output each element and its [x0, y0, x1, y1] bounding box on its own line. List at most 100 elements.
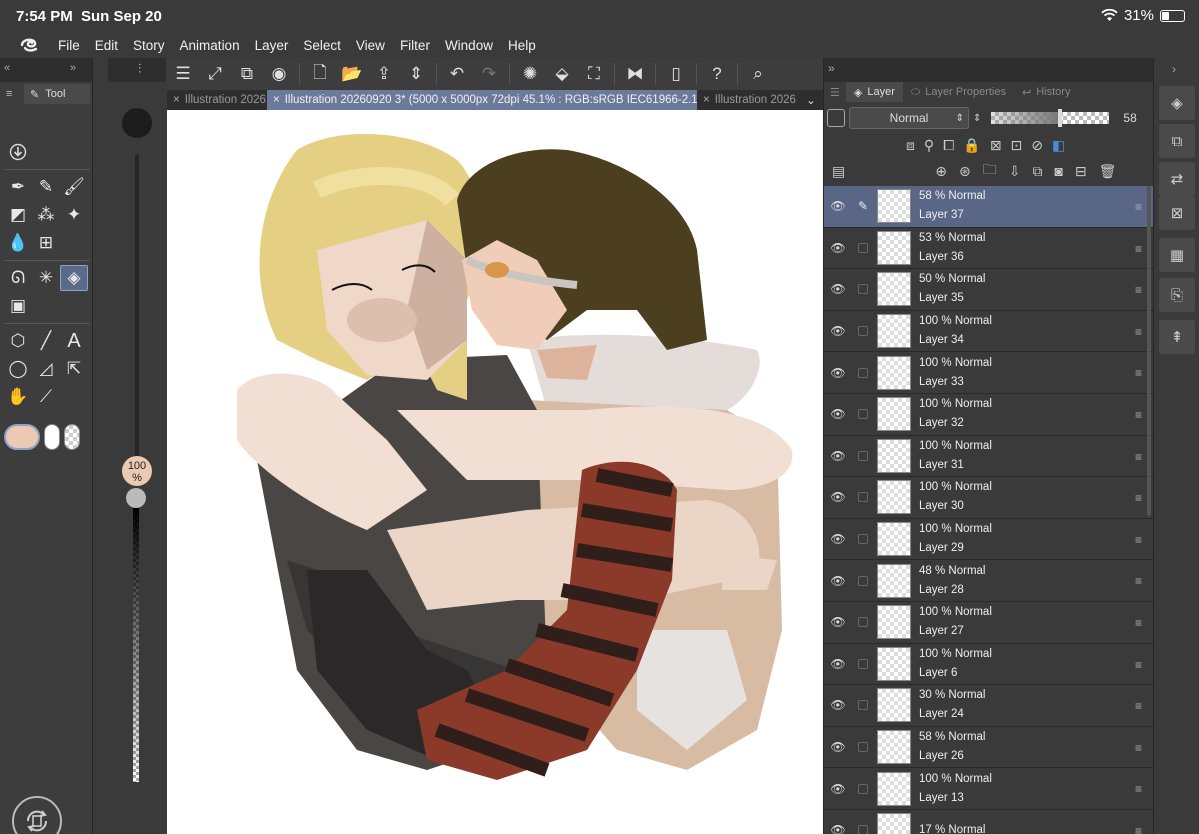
menu-lines-icon[interactable]: ≡ — [6, 88, 12, 100]
layer-properties-button[interactable]: ⧉ — [1159, 124, 1195, 158]
doc-tab-2[interactable]: × Illustration 20260920 3* (5000 x 5000p… — [267, 90, 697, 110]
frame-tool-icon[interactable]: ◿ — [32, 356, 60, 382]
material-button[interactable]: ⎘ — [1159, 278, 1195, 312]
brush-opacity-knob[interactable] — [126, 488, 146, 508]
download-icon[interactable] — [4, 139, 32, 165]
brush-opacity-slider[interactable] — [133, 508, 139, 782]
redo-icon[interactable]: ↷ — [473, 60, 505, 88]
close-icon[interactable]: × — [273, 94, 280, 106]
drag-handle-icon[interactable]: ≡ — [1135, 242, 1142, 256]
brush-size-slider[interactable] — [135, 154, 139, 484]
new-raster-layer-icon[interactable]: ⊕ — [935, 163, 947, 180]
eye-icon[interactable]: 👁 — [824, 740, 852, 754]
menu-animation[interactable]: Animation — [180, 38, 240, 53]
menu-layer[interactable]: Layer — [255, 38, 289, 53]
new-folder-icon[interactable]: 🗀 — [983, 159, 997, 183]
stepper-icon[interactable]: ⇕ — [973, 113, 981, 124]
layer-row[interactable]: 👁 30 % Normal Layer 24 ≡ — [824, 685, 1154, 727]
drag-handle-icon[interactable]: ≡ — [1135, 658, 1142, 672]
menu-help[interactable]: Help — [508, 38, 536, 53]
lock-icon[interactable]: 🔒 — [963, 137, 980, 154]
layer-row[interactable]: 👁 100 % Normal Layer 13 ≡ — [824, 768, 1154, 810]
layer-mask-icon[interactable]: ◙ — [1054, 163, 1062, 179]
transfer-down-icon[interactable]: ⇩ — [1009, 163, 1021, 180]
fit-canvas-icon[interactable]: ⤢ — [199, 60, 231, 88]
sub-color-swatch[interactable] — [44, 424, 60, 450]
drag-handle-icon[interactable]: ≡ — [1135, 741, 1142, 755]
drag-handle-icon[interactable]: ≡ — [1135, 782, 1142, 796]
layer-checkbox[interactable] — [858, 409, 868, 420]
eye-icon[interactable]: 👁 — [824, 532, 852, 546]
ruler-icon[interactable]: ⊘ — [1031, 137, 1043, 154]
crop-icon[interactable]: ⛶ — [578, 60, 610, 88]
fill-tool-icon[interactable]: ◈ — [60, 265, 88, 291]
undo-icon[interactable]: ↶ — [441, 60, 473, 88]
eyedropper-icon[interactable]: ⟋ — [32, 384, 60, 410]
flip-icon[interactable]: ⧓ — [619, 60, 651, 88]
layer-row[interactable]: 👁 100 % Normal Layer 6 ≡ — [824, 644, 1154, 686]
layer-row[interactable]: 👁 100 % Normal Layer 27 ≡ — [824, 602, 1154, 644]
collapse-right-icon[interactable]: » — [828, 61, 835, 75]
layer-checkbox[interactable] — [858, 534, 868, 545]
eye-icon[interactable]: 👁 — [824, 366, 852, 380]
lasso-tool-icon[interactable]: ᘏ — [4, 265, 32, 291]
text-tool-icon[interactable]: A — [60, 328, 88, 354]
eye-icon[interactable]: 👁 — [824, 407, 852, 421]
drag-handle-icon[interactable]: ≡ — [1135, 325, 1142, 339]
stepper-icon[interactable]: ⇕ — [400, 60, 432, 88]
layer-checkbox[interactable] — [858, 825, 868, 834]
layer-checkbox[interactable] — [858, 242, 868, 253]
magic-wand-icon[interactable]: ✳ — [32, 265, 60, 291]
menu-story[interactable]: Story — [133, 38, 165, 53]
line-tool-icon[interactable]: ╱ — [32, 328, 60, 354]
brush-settings-icon[interactable]: ⫶ — [138, 61, 141, 77]
fill-bucket-icon[interactable]: ⬙ — [546, 60, 578, 88]
eye-icon[interactable]: 👁 — [824, 449, 852, 463]
mesh-tool-icon[interactable]: ⊞ — [32, 230, 60, 256]
app-logo-icon[interactable] — [18, 36, 40, 54]
close-icon[interactable]: × — [173, 94, 180, 106]
layer-row[interactable]: 👁 53 % Normal Layer 36 ≡ — [824, 228, 1154, 270]
apply-mask-icon[interactable]: ⊟ — [1075, 163, 1087, 180]
layer-row[interactable]: 👁 100 % Normal Layer 29 ≡ — [824, 519, 1154, 561]
blend-mode-select[interactable]: Normal ⇕ — [849, 107, 969, 129]
open-folder-icon[interactable]: 📂 — [336, 60, 368, 88]
layer-checkbox[interactable] — [858, 492, 868, 503]
layer-row[interactable]: 👁 48 % Normal Layer 28 ≡ — [824, 560, 1154, 602]
new-file-icon[interactable]: 🗋 — [304, 60, 336, 88]
layer-checkbox[interactable] — [858, 742, 868, 753]
search-preview-icon[interactable]: ⌕ — [742, 60, 774, 88]
eye-icon[interactable]: 👁 — [824, 657, 852, 671]
layer-checkbox[interactable] — [858, 658, 868, 669]
clip-icon[interactable]: ⧠ — [943, 137, 954, 154]
eye-icon[interactable]: 👁 — [824, 782, 852, 796]
layer-opacity-slider[interactable] — [991, 109, 1110, 127]
export-icon[interactable]: ⇪ — [368, 60, 400, 88]
layer-row[interactable]: 👁 100 % Normal Layer 33 ≡ — [824, 352, 1154, 394]
help-icon[interactable]: ? — [701, 60, 733, 88]
layer-list-scrollbar[interactable] — [1147, 186, 1151, 516]
blend-tool-icon[interactable]: 💧 — [4, 230, 32, 256]
record-icon[interactable]: ◉ — [263, 60, 295, 88]
layer-row[interactable]: 👁 58 % Normal Layer 26 ≡ — [824, 727, 1154, 769]
main-color-swatch[interactable] — [4, 424, 40, 450]
drag-handle-icon[interactable]: ≡ — [1135, 491, 1142, 505]
lock-alpha-icon[interactable]: ⊠ — [990, 137, 1002, 154]
tool-property-button[interactable]: ⇞ — [1159, 320, 1195, 354]
rotate-canvas-button[interactable] — [12, 796, 62, 834]
pen-tool-icon[interactable]: ✒ — [4, 174, 32, 200]
drag-handle-icon[interactable]: ≡ — [1135, 616, 1142, 630]
hamburger-menu-icon[interactable]: ☰ — [167, 60, 199, 88]
eye-icon[interactable]: 👁 — [824, 823, 852, 834]
drag-handle-icon[interactable]: ≡ — [1135, 200, 1142, 214]
hamburger-menu-icon[interactable]: ☰ — [824, 82, 846, 102]
tab-layer-properties[interactable]: ⬭ Layer Properties — [903, 82, 1014, 102]
layer-list-icon[interactable]: ▤ — [832, 163, 845, 180]
layer-opacity-thumb[interactable] — [1057, 109, 1062, 127]
layer-checkbox[interactable] — [858, 326, 868, 337]
gradient-tool-icon[interactable]: ▣ — [4, 293, 32, 319]
drag-handle-icon[interactable]: ≡ — [1135, 574, 1142, 588]
stepper-icon[interactable]: ⇕ — [956, 113, 964, 124]
layer-checkbox[interactable] — [858, 783, 868, 794]
layer-color-icon[interactable]: ◧ — [1052, 137, 1065, 154]
